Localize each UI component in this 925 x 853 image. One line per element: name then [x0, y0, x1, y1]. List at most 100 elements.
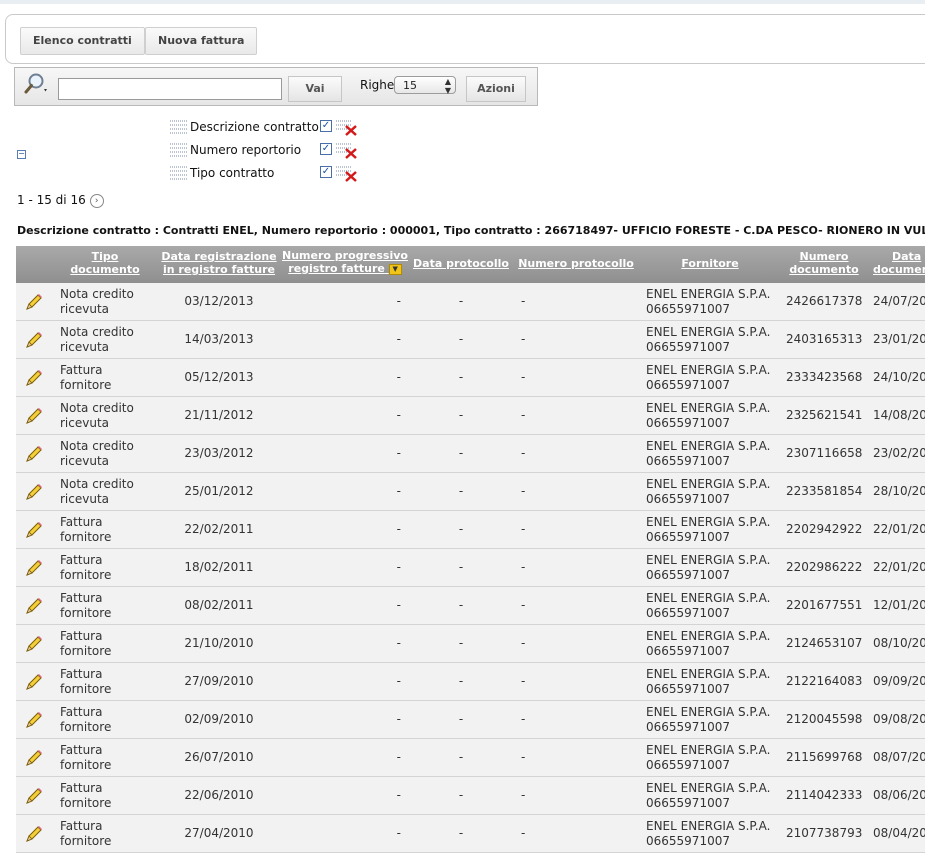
cell-numero-documento: 2307116658: [786, 446, 863, 460]
edit-pencil-icon[interactable]: [24, 634, 44, 654]
edit-pencil-icon[interactable]: [24, 596, 44, 616]
table-row: Nota credito ricevuta 21/11/2012 - - - ENEL EN…: [16, 397, 925, 435]
next-page-icon[interactable]: ›: [89, 193, 104, 208]
cell-text: Fattura: [60, 781, 103, 795]
cell-text: 06655971007: [646, 454, 730, 468]
table-row: Fattura fornitore 26/07/2010 - - - ENEL ENERGI…: [16, 739, 925, 777]
cell-text: ENEL ENERGIA S.P.A.: [646, 553, 771, 567]
header-text: Numero progressivo: [282, 249, 408, 262]
cell-numero-protocollo: -: [521, 446, 526, 460]
cell-data-documento: 23/02/20: [873, 446, 925, 460]
righe-select[interactable]: 15 ▲ ▼: [394, 76, 456, 95]
cell-data-protocollo: -: [458, 370, 464, 384]
header-text: Tipo: [91, 250, 119, 263]
edit-pencil-icon[interactable]: [24, 368, 44, 388]
header-numero-progressivo[interactable]: Numero progressivo registro fatture ▼: [282, 249, 408, 275]
edit-pencil-icon[interactable]: [24, 786, 44, 806]
cell-text: 06655971007: [646, 568, 730, 582]
cell-numero-progressivo: -: [396, 446, 401, 460]
cell-data-registrazione: 18/02/2011: [184, 560, 254, 574]
cell-numero-progressivo: -: [396, 674, 401, 688]
cell-numero-protocollo: -: [521, 674, 526, 688]
remove-filter-icon[interactable]: [336, 141, 358, 159]
cell-numero-protocollo: -: [521, 598, 526, 612]
filter-checkbox[interactable]: ✓: [320, 166, 332, 178]
cell-data-documento: 08/04/20: [873, 826, 925, 840]
cell-numero-documento: 2202942922: [786, 522, 863, 536]
cell-data-registrazione: 05/12/2013: [184, 370, 254, 384]
cell-data-registrazione: 21/11/2012: [184, 408, 254, 422]
cell-numero-progressivo: -: [396, 788, 401, 802]
cell-text: Fattura: [60, 819, 103, 833]
cell-fornitore: ENEL ENERGIA S.P.A. 06655971007: [646, 325, 776, 355]
filter-checkbox[interactable]: ✓: [320, 143, 332, 155]
cell-fornitore: ENEL ENERGIA S.P.A. 06655971007: [646, 629, 776, 659]
header-fornitore[interactable]: Fornitore: [656, 257, 764, 270]
cell-tipo-documento: Fattura fornitore: [60, 667, 150, 697]
cell-tipo-documento: Nota credito ricevuta: [60, 325, 150, 355]
sort-desc-icon[interactable]: ▼: [388, 263, 402, 275]
cell-data-protocollo: -: [458, 826, 464, 840]
edit-pencil-icon[interactable]: [24, 482, 44, 502]
filter-checkbox[interactable]: ✓: [320, 120, 332, 132]
cell-text: Fattura: [60, 743, 103, 757]
cell-text: 06655971007: [646, 758, 730, 772]
header-data-protocollo[interactable]: Data protocollo: [413, 257, 509, 270]
cell-text: Fattura: [60, 363, 103, 377]
header-data-documento[interactable]: Data documento: [871, 250, 925, 276]
edit-pencil-icon[interactable]: [24, 672, 44, 692]
cell-data-registrazione: 02/09/2010: [184, 712, 254, 726]
cell-text: ENEL ENERGIA S.P.A.: [646, 439, 771, 453]
cell-tipo-documento: Fattura fornitore: [60, 819, 150, 849]
search-input[interactable]: [58, 78, 282, 100]
edit-pencil-icon[interactable]: [24, 710, 44, 730]
cell-text: 06655971007: [646, 834, 730, 848]
cell-numero-progressivo: -: [396, 370, 401, 384]
cell-numero-documento: 2202986222: [786, 560, 863, 574]
cell-text: fornitore: [60, 530, 112, 544]
edit-pencil-icon[interactable]: [24, 292, 44, 312]
cell-text: ENEL ENERGIA S.P.A.: [646, 287, 771, 301]
cell-numero-progressivo: -: [396, 560, 401, 574]
edit-pencil-icon[interactable]: [24, 520, 44, 540]
vai-button[interactable]: Vai: [288, 76, 342, 102]
cell-data-documento: 08/06/20: [873, 788, 925, 802]
header-tipo-documento[interactable]: Tipo documento: [60, 250, 150, 276]
cell-data-protocollo: -: [458, 484, 464, 498]
cell-fornitore: ENEL ENERGIA S.P.A. 06655971007: [646, 363, 776, 393]
edit-pencil-icon[interactable]: [24, 748, 44, 768]
edit-pencil-icon[interactable]: [24, 444, 44, 464]
edit-pencil-icon[interactable]: [24, 406, 44, 426]
remove-filter-icon[interactable]: [336, 118, 358, 136]
cell-fornitore: ENEL ENERGIA S.P.A. 06655971007: [646, 477, 776, 507]
collapse-filters-icon[interactable]: −: [17, 150, 26, 159]
cell-numero-documento: 2201677551: [786, 598, 863, 612]
azioni-button[interactable]: Azioni: [466, 76, 526, 102]
filter-label: Numero reportorio: [190, 143, 302, 157]
cell-text: ricevuta: [60, 302, 110, 316]
edit-pencil-icon[interactable]: [24, 824, 44, 844]
header-data-registrazione[interactable]: Data registrazione in registro fatture: [161, 250, 277, 276]
cell-text: 06655971007: [646, 340, 730, 354]
nav-bar: Elenco contratti Nuova fattura: [5, 14, 925, 64]
cell-text: ENEL ENERGIA S.P.A.: [646, 363, 771, 377]
edit-pencil-icon[interactable]: [24, 330, 44, 350]
cell-numero-protocollo: -: [521, 788, 526, 802]
cell-text: 06655971007: [646, 720, 730, 734]
remove-filter-icon[interactable]: [336, 164, 358, 182]
cell-data-registrazione: 22/02/2011: [184, 522, 254, 536]
search-icon[interactable]: [23, 71, 49, 97]
cell-text: ricevuta: [60, 416, 110, 430]
table-row: Nota credito ricevuta 14/03/2013 - - - ENEL EN…: [16, 321, 925, 359]
nuova-fattura-button[interactable]: Nuova fattura: [145, 27, 258, 55]
filter-grid-icon: [170, 166, 188, 180]
cell-text: ENEL ENERGIA S.P.A.: [646, 325, 771, 339]
edit-pencil-icon[interactable]: [24, 558, 44, 578]
elenco-contratti-button[interactable]: Elenco contratti: [20, 27, 145, 55]
filter-label: Descrizione contratto: [190, 120, 319, 134]
header-numero-protocollo[interactable]: Numero protocollo: [518, 257, 634, 270]
cell-tipo-documento: Fattura fornitore: [60, 629, 150, 659]
header-numero-documento[interactable]: Numero documento: [786, 250, 862, 276]
cell-data-documento: 28/10/20: [873, 484, 925, 498]
cell-text: fornitore: [60, 796, 112, 810]
